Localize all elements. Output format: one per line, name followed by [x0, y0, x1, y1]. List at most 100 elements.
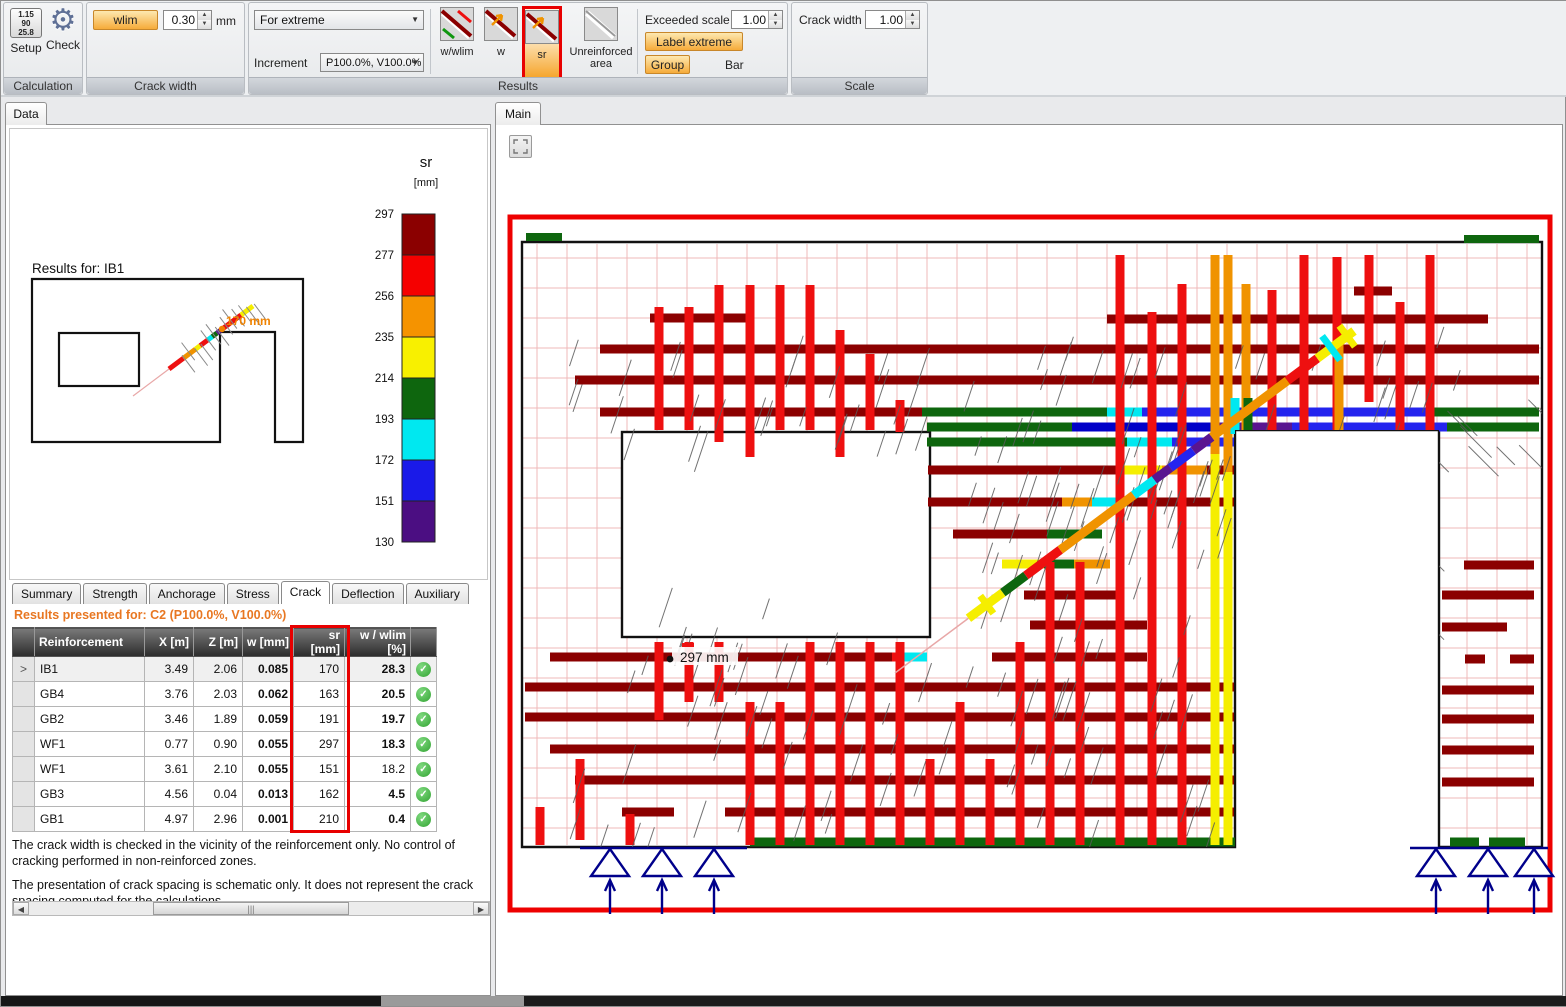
check-ok-icon: ✓ — [416, 787, 431, 802]
w-wlim-icon — [440, 7, 474, 41]
result-button-sr[interactable]: sr — [522, 6, 562, 80]
wlim-toggle-button[interactable]: wlim — [93, 10, 158, 30]
tab-crack[interactable]: Crack — [281, 581, 330, 604]
exceeded-scale-spinner[interactable]: 1.00 ▲▼ — [731, 10, 783, 29]
svg-text:214: 214 — [375, 373, 395, 385]
svg-text:193: 193 — [375, 414, 394, 426]
header-status — [411, 628, 437, 657]
point-297-label: 297 mm — [680, 650, 729, 665]
group-label-calculation: Calculation — [4, 77, 82, 94]
tab-anchorage[interactable]: Anchorage — [149, 583, 225, 604]
cell-status: ✓ — [411, 707, 437, 732]
row-marker — [13, 757, 35, 782]
table-row[interactable]: >IB13.492.060.08517028.3✓ — [13, 657, 437, 682]
increment-dropdown[interactable]: P100.0%, V100.0% ▼ — [320, 53, 424, 72]
cell-ratio: 19.7 — [345, 707, 411, 732]
results-presented-for: Results presented for: C2 (P100.0%, V100… — [14, 608, 286, 622]
cell-reinforcement: WF1 — [35, 757, 145, 782]
horizontal-scrollbar[interactable]: ◀ ||| ▶ — [12, 901, 490, 916]
table-row[interactable]: WF10.770.900.05529718.3✓ — [13, 732, 437, 757]
cell-w: 0.013 — [243, 782, 294, 807]
column-header[interactable]: Z [m] — [194, 628, 243, 657]
cell-z: 0.04 — [194, 782, 243, 807]
cell-sr: 191 — [294, 707, 345, 732]
cell-w: 0.085 — [243, 657, 294, 682]
label-extreme-toggle[interactable]: Label extreme — [645, 32, 743, 51]
exceeded-scale-label: Exceeded scale — [645, 13, 730, 27]
cell-status: ✓ — [411, 657, 437, 682]
spinner-arrows[interactable]: ▲▼ — [768, 11, 782, 28]
scroll-right-button[interactable]: ▶ — [473, 902, 489, 915]
cell-status: ✓ — [411, 682, 437, 707]
check-ok-icon: ✓ — [416, 687, 431, 702]
column-header[interactable]: w [mm] — [243, 628, 294, 657]
cell-sr: 297 — [294, 732, 345, 757]
tab-auxiliary[interactable]: Auxiliary — [406, 583, 469, 604]
wlim-unit-label: mm — [216, 14, 236, 28]
scrollbar-track[interactable]: ||| — [29, 902, 473, 915]
result-button-unreinforced-area[interactable]: Unreinforced area — [569, 6, 633, 80]
svg-text:172: 172 — [375, 455, 394, 467]
row-marker — [13, 782, 35, 807]
tab-main[interactable]: Main — [495, 102, 541, 125]
column-header[interactable]: X [m] — [145, 628, 194, 657]
spinner-arrows[interactable]: ▲▼ — [197, 11, 211, 29]
crack-results-table: ReinforcementX [m]Z [m]w [mm]sr [mm]w / … — [12, 627, 437, 832]
group-toggle[interactable]: Group — [645, 55, 690, 74]
check-button[interactable]: ⚙ Check — [45, 6, 81, 52]
wlim-value-spinner[interactable]: 0.30 ▲▼ — [163, 10, 212, 30]
cell-z: 2.03 — [194, 682, 243, 707]
cell-x: 3.76 — [145, 682, 194, 707]
cell-reinforcement: IB1 — [35, 657, 145, 682]
tab-strength[interactable]: Strength — [83, 583, 146, 604]
result-button-w-wlim[interactable]: w/wlim — [437, 6, 477, 80]
cell-w: 0.055 — [243, 757, 294, 782]
column-header[interactable]: w / wlim [%] — [345, 628, 411, 657]
cell-z: 2.10 — [194, 757, 243, 782]
svg-text:130: 130 — [375, 537, 394, 549]
row-marker — [13, 707, 35, 732]
cell-w: 0.001 — [243, 807, 294, 832]
tab-data[interactable]: Data — [5, 102, 47, 125]
table-row[interactable]: WF13.612.100.05515118.2✓ — [13, 757, 437, 782]
ribbon-group-scale: Crack width 1.00 ▲▼ Scale — [791, 2, 928, 95]
result-preview-canvas[interactable]: sr[mm]297277256235214193172151130Results… — [10, 129, 487, 579]
row-marker — [13, 732, 35, 757]
group-label-scale: Scale — [792, 77, 927, 94]
scrollbar-thumb[interactable]: ||| — [153, 902, 348, 915]
main-drawing-canvas[interactable]: 297 mm — [496, 125, 1562, 995]
scale-crack-width-spinner[interactable]: 1.00 ▲▼ — [865, 10, 920, 29]
application-window: 1.15 90 25.8 Setup ⚙ Check Calculation w… — [0, 0, 1566, 1007]
cell-z: 1.89 — [194, 707, 243, 732]
cell-status: ✓ — [411, 732, 437, 757]
table-row[interactable]: GB34.560.040.0131624.5✓ — [13, 782, 437, 807]
tab-deflection[interactable]: Deflection — [332, 583, 403, 604]
table-row[interactable]: GB14.972.960.0012100.4✓ — [13, 807, 437, 832]
tab-summary[interactable]: Summary — [12, 583, 81, 604]
for-extreme-dropdown[interactable]: For extreme ▼ — [254, 10, 424, 30]
svg-text:256: 256 — [375, 291, 394, 303]
result-tabs: SummaryStrengthAnchorageStressCrackDefle… — [12, 583, 469, 604]
scroll-left-button[interactable]: ◀ — [13, 902, 29, 915]
gear-icon: ⚙ — [45, 6, 81, 36]
column-header[interactable]: sr [mm] — [294, 628, 345, 657]
cell-sr: 163 — [294, 682, 345, 707]
cell-ratio: 18.3 — [345, 732, 411, 757]
status-bar — [1, 996, 1566, 1006]
cell-ratio: 20.5 — [345, 682, 411, 707]
ribbon-group-calculation: 1.15 90 25.8 Setup ⚙ Check Calculation — [3, 2, 83, 95]
column-header[interactable]: Reinforcement — [35, 628, 145, 657]
result-button-label: Unreinforced area — [569, 46, 633, 70]
table-row[interactable]: GB23.461.890.05919119.7✓ — [13, 707, 437, 732]
svg-text:297: 297 — [375, 209, 394, 221]
spinner-arrows[interactable]: ▲▼ — [905, 11, 919, 28]
setup-button[interactable]: 1.15 90 25.8 Setup — [9, 8, 43, 55]
svg-text:[mm]: [mm] — [414, 177, 438, 189]
result-button-label: w — [481, 46, 521, 58]
result-button-w[interactable]: w — [481, 6, 521, 80]
sr-icon — [525, 10, 559, 44]
cell-reinforcement: WF1 — [35, 732, 145, 757]
table-row[interactable]: GB43.762.030.06216320.5✓ — [13, 682, 437, 707]
tab-stress[interactable]: Stress — [227, 583, 279, 604]
svg-text:170 mm: 170 mm — [226, 314, 271, 328]
